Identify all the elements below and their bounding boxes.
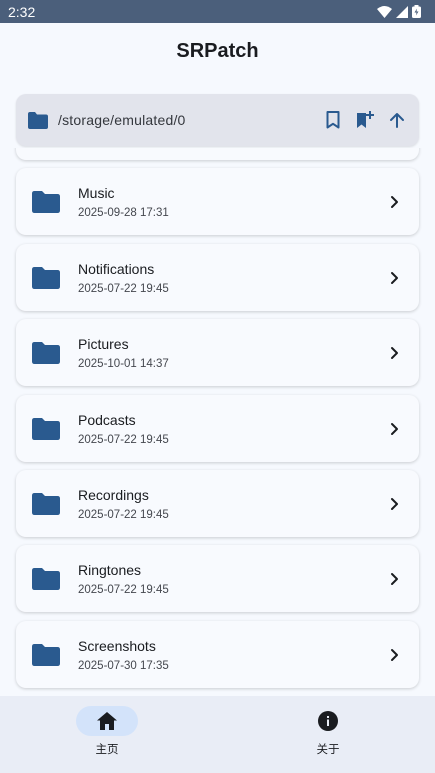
folder-date: 2025-07-22 19:45 — [78, 583, 169, 596]
folder-name: Ringtones — [78, 561, 142, 578]
folder-icon — [32, 492, 60, 515]
app-title: SRPatch — [176, 40, 259, 62]
folder-date: 2025-07-22 19:45 — [78, 282, 169, 295]
nav-about[interactable]: 关于 — [278, 706, 378, 761]
folder-icon — [32, 643, 60, 666]
list-item-music[interactable]: Music 2025-09-28 17:31 — [16, 168, 419, 235]
list-item-ringtones[interactable]: Ringtones 2025-07-22 19:45 — [16, 545, 419, 612]
add-bookmark-button[interactable] — [355, 110, 375, 130]
folder-name: Recordings — [78, 486, 149, 503]
folder-name: Notifications — [78, 260, 155, 277]
folder-date: 2025-07-22 19:45 — [78, 508, 169, 521]
bookmark-button[interactable] — [323, 110, 343, 130]
list-item-screenshots[interactable]: Screenshots 2025-07-30 17:35 — [16, 621, 419, 688]
list-item-notifications[interactable]: Notifications 2025-07-22 19:45 — [16, 244, 419, 311]
home-icon — [97, 712, 117, 730]
folder-date: 2025-07-30 17:35 — [78, 659, 169, 672]
info-icon — [318, 711, 338, 731]
signal-icon — [396, 5, 408, 18]
nav-about-label: 关于 — [316, 744, 340, 756]
folder-name: Podcasts — [78, 411, 136, 428]
bottom-nav: 主页 关于 — [0, 696, 435, 773]
nav-about-indicator — [297, 706, 359, 736]
list-item-pictures[interactable]: Pictures 2025-10-01 14:37 — [16, 319, 419, 386]
folder-icon — [32, 266, 60, 289]
chevron-right-icon — [391, 271, 398, 284]
arrow-up-icon — [390, 113, 404, 128]
status-time: 2:32 — [8, 3, 36, 20]
bookmark-add-icon — [357, 111, 374, 128]
list-item-partial[interactable] — [16, 148, 419, 160]
nav-home-indicator — [76, 706, 138, 736]
path-bar: /storage/emulated/0 — [16, 94, 419, 146]
folder-name: Music — [78, 184, 115, 201]
nav-home[interactable]: 主页 — [57, 706, 157, 761]
wifi-icon — [377, 5, 392, 18]
chevron-right-icon — [391, 195, 398, 208]
folder-icon — [32, 567, 60, 590]
status-icons — [377, 5, 421, 18]
folder-icon — [32, 341, 60, 364]
chevron-right-icon — [391, 648, 398, 661]
bookmark-outline-icon — [326, 111, 340, 129]
chevron-right-icon — [391, 572, 398, 585]
go-up-button[interactable] — [387, 110, 407, 130]
folder-name: Screenshots — [78, 637, 156, 654]
folder-icon — [32, 417, 60, 440]
folder-icon — [32, 190, 60, 213]
list-item-podcasts[interactable]: Podcasts 2025-07-22 19:45 — [16, 395, 419, 462]
nav-home-label: 主页 — [95, 744, 119, 756]
chevron-right-icon — [391, 346, 398, 359]
folder-date: 2025-09-28 17:31 — [78, 206, 169, 219]
chevron-right-icon — [391, 497, 398, 510]
status-bar: 2:32 — [0, 0, 435, 23]
folder-date: 2025-07-22 19:45 — [78, 433, 169, 446]
folder-name: Pictures — [78, 335, 129, 352]
folder-date: 2025-10-01 14:37 — [78, 357, 169, 370]
folder-list[interactable]: Music 2025-09-28 17:31 Notifications 202… — [0, 148, 435, 696]
chevron-right-icon — [391, 422, 398, 435]
current-path: /storage/emulated/0 — [58, 112, 186, 128]
battery-icon — [412, 5, 421, 18]
list-item-recordings[interactable]: Recordings 2025-07-22 19:45 — [16, 470, 419, 537]
folder-icon — [28, 111, 48, 129]
